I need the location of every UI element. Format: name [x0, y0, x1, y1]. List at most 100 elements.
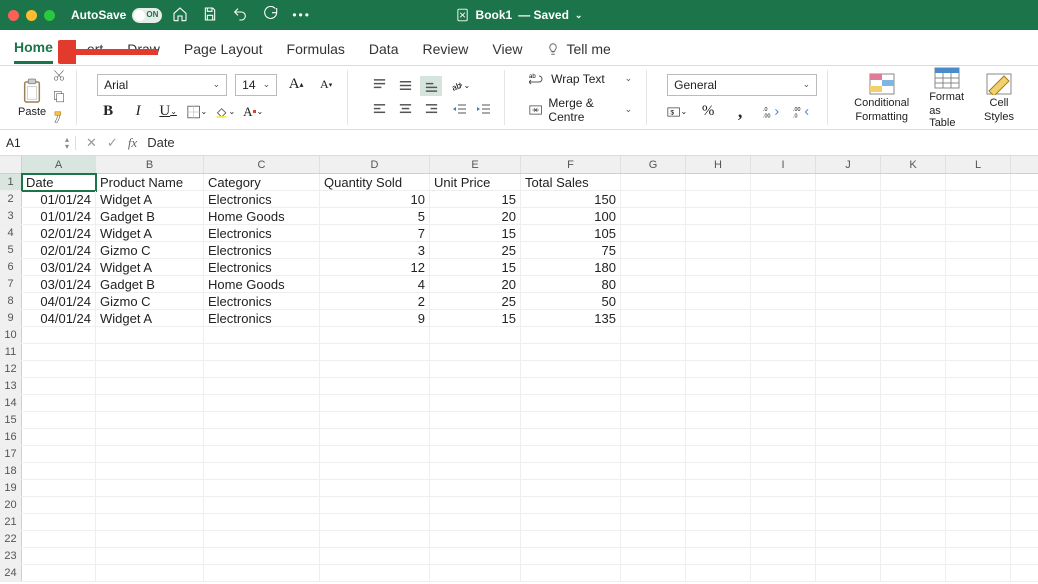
cell[interactable]: [621, 514, 686, 530]
cell[interactable]: [751, 378, 816, 394]
cell[interactable]: [430, 565, 521, 581]
cell[interactable]: [320, 344, 430, 360]
col-header-H[interactable]: H: [686, 156, 751, 173]
merge-centre-button[interactable]: Merge & Centre⌄: [525, 94, 636, 126]
cell[interactable]: [816, 242, 881, 258]
cell[interactable]: 2: [320, 293, 430, 309]
cell[interactable]: [946, 344, 1011, 360]
row-header[interactable]: 14: [0, 395, 22, 411]
col-header-D[interactable]: D: [320, 156, 430, 173]
cell[interactable]: [816, 531, 881, 547]
autosave-control[interactable]: AutoSave ON: [71, 8, 162, 23]
cell[interactable]: Electronics: [204, 293, 320, 309]
cell[interactable]: Electronics: [204, 225, 320, 241]
cell[interactable]: [686, 446, 751, 462]
select-all-corner[interactable]: [0, 156, 22, 173]
cell[interactable]: [686, 412, 751, 428]
cell[interactable]: [686, 259, 751, 275]
cell[interactable]: [621, 412, 686, 428]
cell[interactable]: [686, 327, 751, 343]
row-header[interactable]: 9: [0, 310, 22, 326]
row-header[interactable]: 20: [0, 497, 22, 513]
row-header[interactable]: 19: [0, 480, 22, 496]
cell[interactable]: [320, 412, 430, 428]
cell[interactable]: [621, 208, 686, 224]
tab-formulas[interactable]: Formulas: [287, 41, 345, 63]
cell[interactable]: [521, 395, 621, 411]
col-header-A[interactable]: A: [22, 156, 96, 173]
align-top-button[interactable]: [368, 76, 390, 96]
cell[interactable]: [751, 344, 816, 360]
cell[interactable]: [751, 446, 816, 462]
cell[interactable]: [946, 310, 1011, 326]
increase-decimal-button[interactable]: .0.00: [761, 102, 781, 122]
col-header-J[interactable]: J: [816, 156, 881, 173]
cell[interactable]: [881, 276, 946, 292]
row-header[interactable]: 24: [0, 565, 22, 581]
cell[interactable]: [204, 378, 320, 394]
cell[interactable]: [816, 429, 881, 445]
tell-me-search[interactable]: Tell me: [546, 41, 610, 63]
cell[interactable]: [686, 191, 751, 207]
cell[interactable]: 12: [320, 259, 430, 275]
cell[interactable]: [816, 378, 881, 394]
row-header[interactable]: 1: [0, 174, 22, 190]
cell[interactable]: [320, 565, 430, 581]
cell[interactable]: Widget A: [96, 225, 204, 241]
tab-home[interactable]: Home: [14, 39, 53, 64]
cell[interactable]: [686, 531, 751, 547]
cell[interactable]: [204, 480, 320, 496]
tab-review[interactable]: Review: [422, 41, 468, 63]
cell[interactable]: [946, 327, 1011, 343]
cell[interactable]: [751, 548, 816, 564]
cell[interactable]: [946, 514, 1011, 530]
cell[interactable]: [96, 480, 204, 496]
formula-input[interactable]: Date: [147, 135, 174, 150]
row-header[interactable]: 3: [0, 208, 22, 224]
cell[interactable]: [751, 242, 816, 258]
cell[interactable]: [946, 395, 1011, 411]
cell[interactable]: [686, 174, 751, 190]
redo-icon[interactable]: [262, 6, 278, 25]
cell[interactable]: [621, 531, 686, 547]
cell[interactable]: [521, 514, 621, 530]
cell[interactable]: Home Goods: [204, 208, 320, 224]
cell[interactable]: [881, 225, 946, 241]
fx-icon[interactable]: fx: [128, 135, 137, 151]
cell[interactable]: [751, 429, 816, 445]
cell[interactable]: [751, 565, 816, 581]
cell[interactable]: [881, 463, 946, 479]
cell[interactable]: [816, 514, 881, 530]
cell[interactable]: [430, 344, 521, 360]
cell[interactable]: [204, 463, 320, 479]
cell[interactable]: [946, 548, 1011, 564]
cell[interactable]: [22, 327, 96, 343]
cell[interactable]: [621, 429, 686, 445]
cell[interactable]: [816, 361, 881, 377]
cell[interactable]: [22, 446, 96, 462]
minimize-window-icon[interactable]: [26, 10, 37, 21]
sheet-body[interactable]: 1DateProduct NameCategoryQuantity SoldUn…: [0, 174, 1038, 582]
cell[interactable]: 15: [430, 225, 521, 241]
cell[interactable]: [946, 276, 1011, 292]
format-as-table-button[interactable]: Format as Table: [923, 67, 970, 129]
cell[interactable]: [686, 378, 751, 394]
cell[interactable]: 105: [521, 225, 621, 241]
cell[interactable]: [430, 497, 521, 513]
cell[interactable]: [621, 174, 686, 190]
cell[interactable]: [881, 395, 946, 411]
cell[interactable]: [96, 344, 204, 360]
cell[interactable]: [751, 276, 816, 292]
enter-formula-button[interactable]: ✓: [107, 135, 118, 151]
cell[interactable]: [946, 361, 1011, 377]
format-painter-button[interactable]: [52, 110, 66, 127]
cell[interactable]: [881, 412, 946, 428]
cell[interactable]: Product Name: [96, 174, 204, 190]
cell[interactable]: [96, 531, 204, 547]
cell[interactable]: 50: [521, 293, 621, 309]
cell[interactable]: 9: [320, 310, 430, 326]
cell[interactable]: [521, 446, 621, 462]
cell[interactable]: [946, 531, 1011, 547]
align-center-button[interactable]: [394, 100, 416, 120]
comma-format-button[interactable]: ,: [729, 102, 751, 122]
